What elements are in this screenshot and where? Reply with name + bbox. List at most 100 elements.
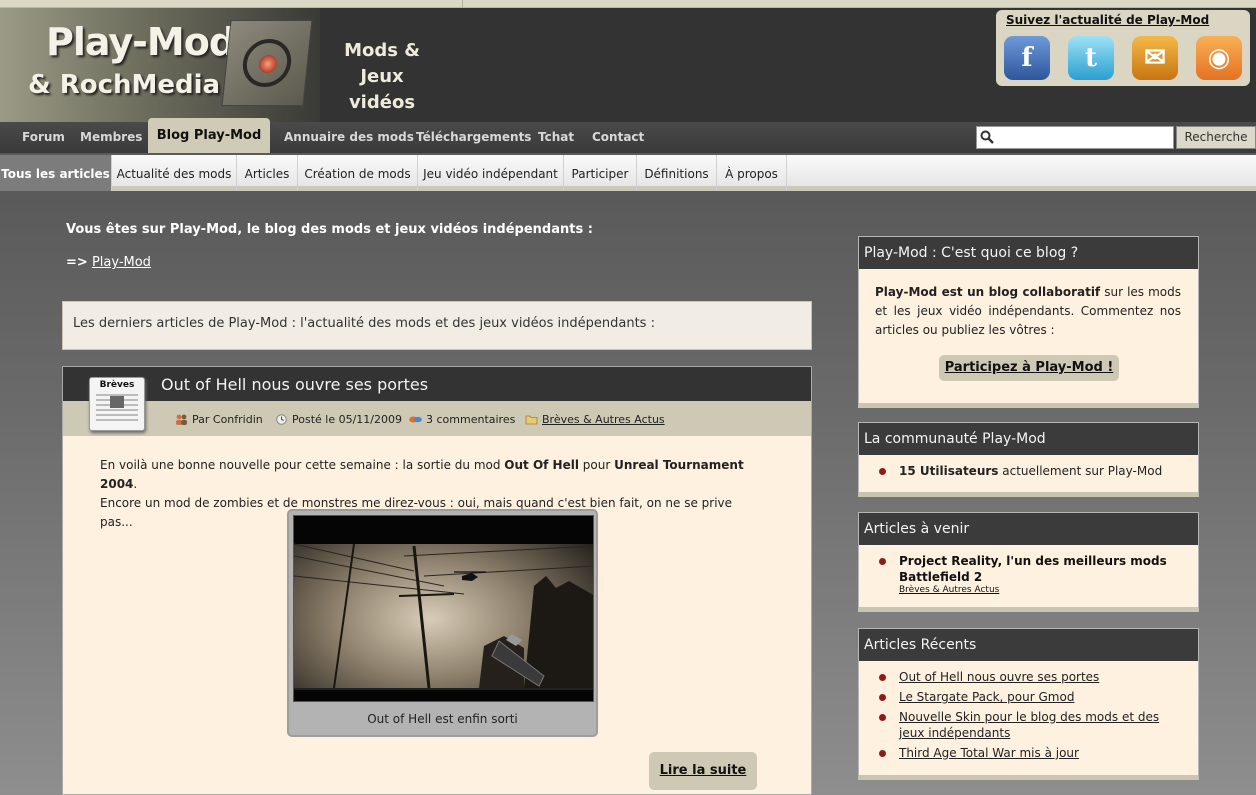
- widget-about-title: Play-Mod : C'est quoi ce blog ?: [859, 237, 1198, 269]
- comments-count: 3 commentaires: [426, 413, 516, 426]
- widget-community: La communauté Play-Mod 15 Utilisateurs a…: [858, 422, 1199, 497]
- list-item: Project Reality, l'un des meilleurs mods…: [879, 553, 1188, 596]
- list-item: Nouvelle Skin pour le blog des mods et d…: [879, 709, 1188, 741]
- article-title[interactable]: Out of Hell nous ouvre ses portes: [161, 375, 428, 394]
- author-name: Par Confridin: [192, 413, 263, 426]
- game-screenshot[interactable]: [293, 515, 594, 702]
- rss-icon[interactable]: ◉: [1196, 36, 1242, 80]
- category-nav: Tous les articles Actualité des mods Art…: [0, 155, 1256, 191]
- recent-article-link[interactable]: Nouvelle Skin pour le blog des mods et d…: [899, 710, 1159, 740]
- subnav-tous-les-articles[interactable]: Tous les articles: [0, 155, 112, 191]
- list-item: Le Stargate Pack, pour Gmod: [879, 689, 1188, 705]
- folder-icon: [525, 415, 538, 425]
- logo-title: Play-Mod: [46, 20, 236, 64]
- article-figure: Out of Hell est enfin sorti: [287, 509, 598, 737]
- nav-contact[interactable]: Contact: [592, 122, 644, 153]
- rss-glyph: ◉: [1207, 43, 1231, 73]
- list-item: Third Age Total War mis à jour: [879, 745, 1188, 761]
- subnav-articles[interactable]: Articles: [237, 155, 298, 191]
- social-follow-link[interactable]: Suivez l'actualité de Play-Mod: [1006, 13, 1209, 27]
- upcoming-list: Project Reality, l'un des meilleurs mods…: [859, 545, 1198, 596]
- game-screenshot-art: [294, 516, 593, 701]
- social-box: Suivez l'actualité de Play-Mod f t ✉ ◉: [996, 10, 1250, 86]
- widget-recent: Articles Récents Out of Hell nous ouvre …: [858, 628, 1199, 780]
- upcoming-item-category[interactable]: Brèves & Autres Actus: [899, 585, 1188, 596]
- excerpt-text-a: En voilà une bonne nouvelle pour cette s…: [100, 458, 505, 472]
- site-header: Play-Mod & RochMedia Mods & Jeux vidéos …: [0, 8, 1256, 122]
- search-button[interactable]: Recherche: [1176, 126, 1256, 149]
- intro-text: Vous êtes sur Play-Mod, le blog des mods…: [66, 222, 593, 237]
- newspaper-icon: Brèves: [89, 377, 145, 431]
- about-text-bold: Play-Mod est un blog collaboratif: [875, 285, 1101, 299]
- logo-subtitle: & RochMedia: [28, 70, 221, 100]
- breadcrumb-link-play-mod[interactable]: Play-Mod: [92, 255, 151, 270]
- widget-about: Play-Mod : C'est quoi ce blog ? Play-Mod…: [858, 236, 1199, 408]
- nav-forum[interactable]: Forum: [22, 122, 65, 153]
- widget-about-text: Play-Mod est un blog collaboratif sur le…: [859, 269, 1198, 340]
- article-date: Posté le 05/11/2009: [275, 412, 402, 428]
- online-users-text: actuellement sur Play-Mod: [998, 464, 1163, 478]
- date-text: Posté le 05/11/2009: [292, 413, 402, 426]
- nav-blog-play-mod[interactable]: Blog Play-Mod: [148, 118, 270, 153]
- main-nav: Forum Membres Blog Play-Mod Annuaire des…: [0, 118, 1256, 153]
- community-list: 15 Utilisateurs actuellement sur Play-Mo…: [859, 455, 1198, 479]
- search-input[interactable]: [997, 128, 1171, 147]
- nav-tchat[interactable]: Tchat: [538, 122, 574, 153]
- tagline-line1: Mods &: [344, 40, 420, 61]
- recent-list: Out of Hell nous ouvre ses portes Le Sta…: [859, 661, 1198, 761]
- recent-article-link[interactable]: Out of Hell nous ouvre ses portes: [899, 670, 1099, 684]
- excerpt-line-1: En voilà une bonne nouvelle pour cette s…: [100, 456, 760, 494]
- category-badge: Brèves: [99, 380, 135, 390]
- email-icon[interactable]: ✉: [1132, 36, 1178, 80]
- nav-telechargements[interactable]: Téléchargements: [416, 122, 531, 153]
- list-item: Out of Hell nous ouvre ses portes: [879, 669, 1188, 685]
- widget-community-title: La communauté Play-Mod: [859, 423, 1198, 455]
- recent-article-link[interactable]: Third Age Total War mis à jour: [899, 746, 1079, 760]
- top-strip-divider: [462, 0, 463, 8]
- breadcrumb: => Play-Mod: [66, 255, 151, 270]
- article-header: Out of Hell nous ouvre ses portes: [63, 367, 811, 401]
- breadcrumb-arrow: =>: [66, 255, 88, 270]
- subnav-actualite-des-mods[interactable]: Actualité des mods: [112, 155, 237, 191]
- excerpt-text-e: .: [133, 477, 138, 491]
- subnav-participer[interactable]: Participer: [564, 155, 637, 191]
- newspaper-photo: [110, 396, 124, 408]
- excerpt-text-c: pour: [578, 458, 615, 472]
- top-strip: [0, 0, 1256, 8]
- email-glyph: ✉: [1144, 43, 1166, 73]
- online-users: 15 Utilisateurs actuellement sur Play-Mo…: [879, 463, 1188, 479]
- upcoming-item-title: Project Reality, l'un des meilleurs mods…: [899, 554, 1167, 584]
- read-more-button[interactable]: Lire la suite: [649, 752, 757, 790]
- article-comments[interactable]: 3 commentaires: [409, 412, 515, 428]
- mod-name: Out Of Hell: [504, 458, 579, 472]
- site-tagline: Mods & Jeux vidéos: [326, 38, 438, 116]
- subnav-jeu-video-independant[interactable]: Jeu vidéo indépendant: [418, 155, 564, 191]
- recent-article-link[interactable]: Le Stargate Pack, pour Gmod: [899, 690, 1074, 704]
- category-link[interactable]: Brèves & Autres Actus: [542, 413, 665, 426]
- search-icon: [980, 130, 994, 144]
- search-box: [976, 126, 1174, 149]
- tagline-line2: Jeux vidéos: [348, 66, 416, 113]
- article-card: Out of Hell nous ouvre ses portes Brèves…: [62, 366, 812, 795]
- twitter-glyph: t: [1084, 43, 1097, 73]
- twitter-icon[interactable]: t: [1068, 36, 1114, 80]
- latest-articles-banner: Les derniers articles de Play-Mod : l'ac…: [62, 301, 812, 350]
- widget-recent-title: Articles Récents: [859, 629, 1198, 661]
- nav-membres[interactable]: Membres: [80, 122, 142, 153]
- facebook-icon[interactable]: f: [1004, 36, 1050, 80]
- comments-icon: [409, 416, 422, 423]
- widget-upcoming-title: Articles à venir: [859, 513, 1198, 545]
- subnav-a-propos[interactable]: À propos: [717, 155, 787, 191]
- figure-caption: Out of Hell est enfin sorti: [367, 712, 518, 726]
- site-logo[interactable]: Play-Mod & RochMedia: [0, 8, 320, 122]
- subnav-creation-de-mods[interactable]: Création de mods: [298, 155, 418, 191]
- users-icon: [176, 414, 187, 425]
- clock-icon: [276, 414, 287, 425]
- widget-upcoming: Articles à venir Project Reality, l'un d…: [858, 512, 1199, 612]
- participate-button[interactable]: Participez à Play-Mod !: [939, 355, 1119, 381]
- article-author: Par Confridin: [175, 412, 263, 428]
- article-category: Brèves & Autres Actus: [525, 412, 665, 428]
- logo-emblem-icon: [221, 20, 313, 106]
- nav-annuaire[interactable]: Annuaire des mods: [284, 122, 414, 153]
- subnav-definitions[interactable]: Définitions: [637, 155, 717, 191]
